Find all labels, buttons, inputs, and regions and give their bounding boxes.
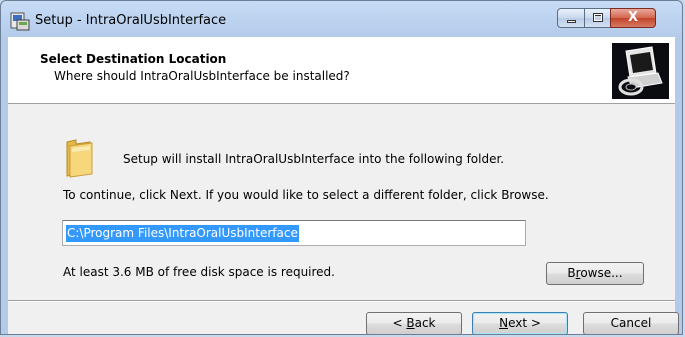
wizard-header: Select Destination Location Where should… <box>8 37 675 104</box>
setup-window: Setup - IntraOralUsbInterface X Select D… <box>0 0 683 335</box>
computer-install-icon <box>612 43 669 99</box>
browse-label-rest: owse... <box>580 266 623 280</box>
next-label-rest: ext > <box>508 316 541 330</box>
disk-space-requirement: At least 3.6 MB of free disk space is re… <box>63 265 335 279</box>
destination-path-input[interactable]: C:\Program Files\IntraOralUsbInterface <box>62 220 526 246</box>
back-label-rest: ack <box>414 316 436 330</box>
next-button[interactable]: Next > <box>472 312 568 334</box>
title-bar[interactable]: Setup - IntraOralUsbInterface X <box>1 1 682 37</box>
maximize-button[interactable] <box>584 8 611 28</box>
window-title: Setup - IntraOralUsbInterface <box>35 13 227 28</box>
browse-label-prefix: B <box>567 266 576 280</box>
next-label-accesskey: N <box>499 316 509 330</box>
footer-divider <box>8 300 675 302</box>
minimize-button[interactable] <box>557 8 585 28</box>
back-label-prefix: < <box>392 316 407 330</box>
wizard-page: Select Destination Location Where should… <box>8 37 679 334</box>
back-button[interactable]: < Back <box>366 312 462 334</box>
folder-icon <box>66 139 93 178</box>
browse-button[interactable]: Browse... <box>546 262 644 285</box>
page-subtitle: Where should IntraOralUsbInterface be in… <box>54 69 350 83</box>
close-icon: X <box>627 10 639 25</box>
cancel-button[interactable]: Cancel <box>583 312 679 334</box>
continue-instructions: To continue, click Next. If you would li… <box>63 188 549 202</box>
close-button[interactable]: X <box>610 8 656 28</box>
install-folder-message: Setup will install IntraOralUsbInterface… <box>123 152 505 166</box>
back-label-accesskey: B <box>406 316 415 330</box>
page-title: Select Destination Location <box>40 52 227 66</box>
setup-app-icon[interactable] <box>10 11 30 31</box>
destination-path-value: C:\Program Files\IntraOralUsbInterface <box>66 225 299 242</box>
